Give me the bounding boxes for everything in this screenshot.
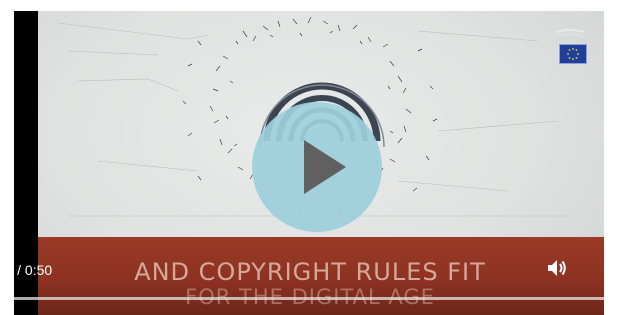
eu-flag-icon: [559, 44, 587, 64]
time-display: 0:00 / 0:50: [0, 262, 53, 278]
progress-bar[interactable]: [14, 297, 604, 300]
caption-line-1: AND COPYRIGHT RULES FIT: [134, 258, 486, 286]
video-player[interactable]: AND COPYRIGHT RULES FIT FOR THE DIGITAL …: [0, 0, 618, 315]
flag-pole-decoration: [555, 29, 585, 41]
volume-icon[interactable]: [546, 257, 570, 279]
play-icon: [304, 140, 346, 194]
play-button[interactable]: [252, 102, 382, 232]
fullscreen-icon[interactable]: [604, 258, 618, 278]
